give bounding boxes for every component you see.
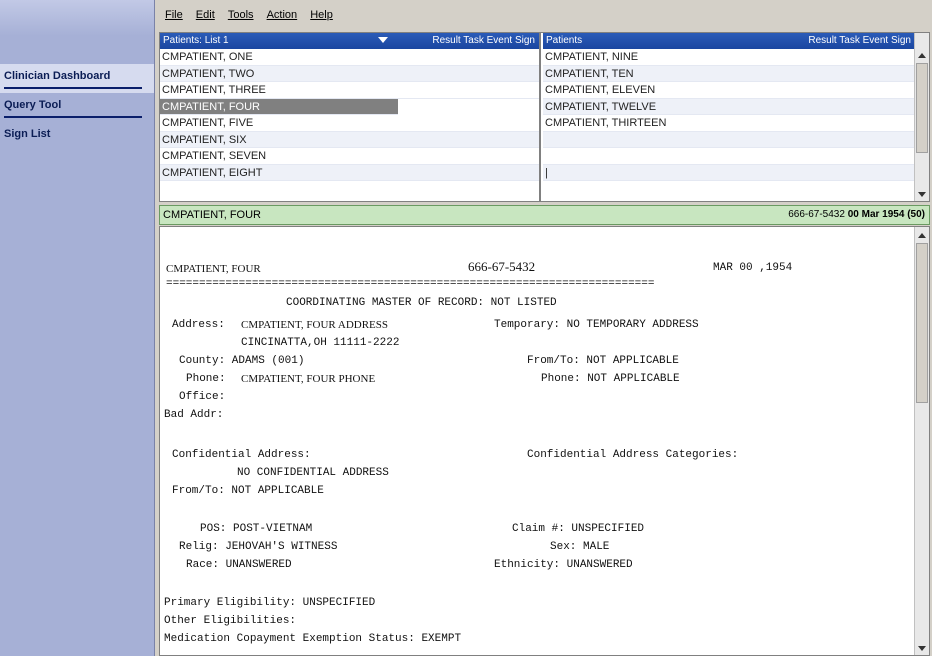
report-dob: MAR 00 ,1954	[713, 262, 793, 274]
banner-dob: 00 Mar 1954 (50)	[847, 209, 925, 220]
report-from-to-2: From/To: NOT APPLICABLE	[172, 485, 324, 497]
report-religion: Relig: JEHOVAH'S WITNESS	[179, 541, 338, 553]
report-separator: ========================================…	[166, 278, 655, 290]
menu-edit[interactable]: Edit	[196, 9, 215, 21]
list-header[interactable]: Patients Result Task Event Sign	[543, 33, 915, 49]
sidebar-item-label: Clinician Dashboard	[4, 70, 111, 82]
sidebar-item-query-tool[interactable]: Query Tool	[0, 93, 154, 122]
report-phone-label: Phone:	[186, 373, 226, 385]
chevron-down-icon[interactable]	[378, 37, 388, 43]
report-pos: POS: POST-VIETNAM	[200, 523, 313, 535]
report-other-eligibilities: Other Eligibilities:	[164, 615, 297, 627]
list-item[interactable]: CMPATIENT, TWO	[160, 65, 539, 82]
list-item[interactable]: CMPATIENT, SEVEN	[160, 148, 539, 165]
report-no-conf: NO CONFIDENTIAL ADDRESS	[237, 467, 389, 479]
scroll-thumb[interactable]	[916, 243, 928, 403]
menu-label: Tools	[227, 9, 254, 21]
scroll-up-icon[interactable]	[918, 53, 926, 58]
report-from-to: From/To: NOT APPLICABLE	[527, 355, 679, 367]
report-bad-addr: Bad Addr:	[164, 409, 224, 421]
patient-list-left: Patients: List 1 Result Task Event Sign …	[160, 33, 541, 201]
divider	[4, 87, 142, 89]
report-race: Race: UNANSWERED	[186, 559, 292, 571]
report-address-label: Address:	[172, 319, 225, 331]
list-title: Patients: List 1	[163, 35, 229, 46]
report-address-value: CMPATIENT, FOUR ADDRESS	[241, 319, 389, 331]
list-columns: Result Task Event Sign	[432, 35, 535, 46]
scroll-up-icon[interactable]	[918, 233, 926, 238]
menu-label: Action	[266, 9, 298, 21]
menu-file[interactable]: File	[165, 9, 183, 21]
scroll-thumb[interactable]	[916, 63, 928, 153]
sidebar-item-label: Query Tool	[4, 99, 62, 111]
report-primary-eligibility: Primary Eligibility: UNSPECIFIED	[164, 597, 376, 609]
menu-bar: File Edit Tools Action Help	[155, 0, 932, 32]
report-cmor: COORDINATING MASTER OF RECORD: NOT LISTE…	[286, 297, 557, 309]
banner-demographics: 666-67-5432 00 Mar 1954 (50)	[788, 209, 925, 220]
list-item[interactable]: CMPATIENT, SIX	[160, 131, 539, 148]
list-columns: Result Task Event Sign	[808, 35, 911, 46]
list-item[interactable]: CMPATIENT, ELEVEN	[543, 82, 915, 99]
sidebar-header	[0, 0, 154, 36]
menu-action[interactable]: Action	[267, 9, 298, 21]
report-ethnicity: Ethnicity: UNANSWERED	[494, 559, 633, 571]
menu-label: Edit	[195, 9, 215, 21]
banner-patient-name: CMPATIENT, FOUR	[163, 209, 261, 221]
patient-report: CMPATIENT, FOUR 666-67-5432 MAR 00 ,1954…	[159, 226, 930, 656]
report-scrollbar[interactable]	[914, 227, 929, 655]
patient-banner: CMPATIENT, FOUR 666-67-5432 00 Mar 1954 …	[159, 205, 930, 225]
report-sex: Sex: MALE	[550, 541, 610, 553]
list-item[interactable]	[543, 148, 915, 165]
report-med-copay: Medication Copayment Exemption Status: E…	[164, 633, 462, 645]
sidebar-item-clinician-dashboard[interactable]: Clinician Dashboard	[0, 64, 154, 93]
list-item[interactable]	[543, 131, 915, 148]
list-item[interactable]: CMPATIENT, TWELVE	[543, 98, 915, 115]
list-item[interactable]: |	[543, 164, 915, 181]
menu-tools[interactable]: Tools	[228, 9, 254, 21]
sidebar: Clinician Dashboard Query Tool Sign List	[0, 0, 155, 656]
report-phone-2: Phone: NOT APPLICABLE	[541, 373, 680, 385]
scroll-down-icon[interactable]	[918, 192, 926, 197]
sidebar-item-label: Sign List	[4, 128, 51, 140]
report-office: Office:	[179, 391, 226, 403]
list-item[interactable]: CMPATIENT, THREE	[160, 82, 539, 99]
list-item[interactable]: CMPATIENT, TEN	[543, 65, 915, 82]
report-conf-categories: Confidential Address Categories:	[527, 449, 739, 461]
report-ssn: 666-67-5432	[468, 259, 536, 274]
report-temporary: Temporary: NO TEMPORARY ADDRESS	[494, 319, 699, 331]
list-header[interactable]: Patients: List 1 Result Task Event Sign	[160, 33, 539, 49]
menu-label: Help	[310, 9, 333, 21]
list-title: Patients	[546, 35, 583, 46]
list-item-selected[interactable]: CMPATIENT, FOUR	[160, 98, 398, 115]
list-item[interactable]: CMPATIENT, ONE	[160, 49, 539, 66]
report-city: CINCINATTA,OH 11111-2222	[241, 337, 400, 349]
menu-help[interactable]: Help	[310, 9, 333, 21]
sidebar-item-sign-list[interactable]: Sign List	[0, 122, 154, 144]
report-phone-value: CMPATIENT, FOUR PHONE	[241, 373, 376, 385]
list-scrollbar[interactable]	[914, 33, 929, 201]
report-patient-name: CMPATIENT, FOUR	[166, 263, 261, 275]
menu-label: File	[165, 9, 183, 21]
report-county: County: ADAMS (001)	[179, 355, 305, 367]
list-item[interactable]: CMPATIENT, NINE	[543, 49, 915, 66]
list-item[interactable]: CMPATIENT, FIVE	[160, 115, 539, 132]
scroll-down-icon[interactable]	[918, 646, 926, 651]
report-claim: Claim #: UNSPECIFIED	[512, 523, 645, 535]
banner-ssn: 666-67-5432	[788, 209, 845, 220]
list-item[interactable]: CMPATIENT, THIRTEEN	[543, 115, 915, 132]
patient-lists: Patients: List 1 Result Task Event Sign …	[159, 32, 930, 202]
divider	[4, 116, 142, 118]
report-conf-address: Confidential Address:	[172, 449, 311, 461]
list-item[interactable]: CMPATIENT, EIGHT	[160, 164, 539, 181]
patient-list-right: Patients Result Task Event Sign CMPATIEN…	[543, 33, 915, 201]
